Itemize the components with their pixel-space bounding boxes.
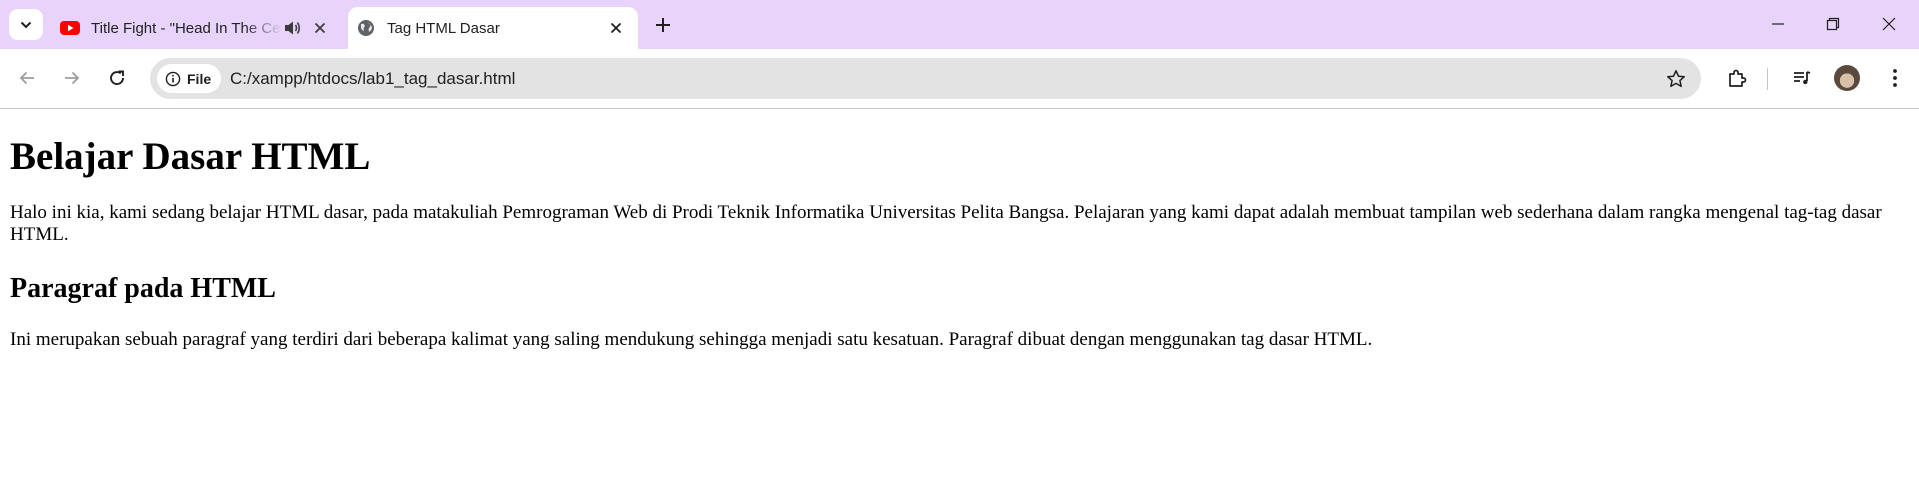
- minimize-button[interactable]: [1758, 9, 1798, 39]
- address-bar[interactable]: File C:/xampp/htdocs/lab1_tag_dasar.html: [150, 58, 1701, 99]
- extensions-button[interactable]: [1722, 63, 1752, 93]
- arrow-right-icon: [65, 71, 80, 85]
- close-window-button[interactable]: [1869, 9, 1909, 39]
- youtube-icon: [60, 18, 80, 38]
- tab-strip: Title Fight - "Head In The Ceiling Fan" …: [0, 0, 1919, 49]
- section-heading: Paragraf pada HTML: [10, 273, 276, 304]
- tab-title: Title Fight - "Head In The Ceiling Fan": [91, 19, 282, 37]
- chevron-down-icon: [20, 21, 32, 28]
- restore-button[interactable]: [1813, 9, 1853, 39]
- forward-button[interactable]: [57, 63, 87, 93]
- minimize-icon: [1772, 23, 1784, 25]
- close-icon[interactable]: [310, 18, 330, 38]
- globe-icon: [356, 18, 376, 38]
- page-heading: Belajar Dasar HTML: [10, 135, 371, 178]
- arrow-left-icon: [19, 71, 34, 85]
- tab-youtube[interactable]: Title Fight - "Head In The Ceiling Fan": [52, 7, 342, 49]
- profile-avatar[interactable]: [1834, 65, 1860, 91]
- reload-icon: [110, 70, 124, 85]
- tab-title: Tag HTML Dasar: [387, 19, 500, 37]
- intro-paragraph: Halo ini kia, kami sedang belajar HTML d…: [10, 202, 1882, 245]
- body-paragraph: Ini merupakan sebuah paragraf yang terdi…: [10, 329, 1373, 350]
- menu-button[interactable]: [1880, 63, 1910, 93]
- kebab-menu-icon: [1893, 69, 1897, 87]
- reload-button[interactable]: [102, 63, 132, 93]
- media-control-button[interactable]: [1787, 63, 1817, 93]
- toolbar-divider: [1767, 68, 1768, 90]
- restore-icon: [1826, 17, 1840, 31]
- scheme-label: File: [187, 70, 212, 87]
- page-content: Belajar Dasar HTML Halo ini kia, kami se…: [10, 108, 1910, 351]
- puzzle-icon: [1729, 69, 1747, 87]
- close-icon[interactable]: [606, 18, 626, 38]
- queue-music-icon: [1794, 71, 1811, 85]
- tab-active[interactable]: Tag HTML Dasar: [348, 7, 638, 49]
- back-button[interactable]: [12, 63, 42, 93]
- info-icon: [165, 71, 181, 86]
- plus-icon: [656, 18, 670, 32]
- url-text[interactable]: C:/xampp/htdocs/lab1_tag_dasar.html: [230, 58, 515, 99]
- speaker-icon[interactable]: [282, 18, 304, 38]
- bookmark-star-icon[interactable]: [1665, 68, 1687, 90]
- close-icon: [1882, 17, 1896, 31]
- site-info-chip[interactable]: File: [157, 64, 222, 93]
- new-tab-button[interactable]: [652, 14, 674, 36]
- browser-toolbar: File C:/xampp/htdocs/lab1_tag_dasar.html: [0, 49, 1919, 109]
- tab-search-button[interactable]: [9, 9, 43, 40]
